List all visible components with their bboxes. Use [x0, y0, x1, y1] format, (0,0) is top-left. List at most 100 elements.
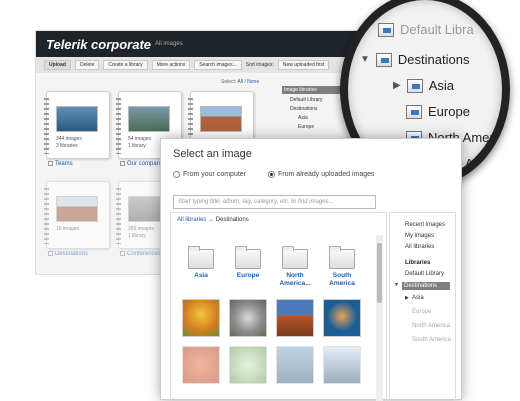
sort-select[interactable]: New uploaded first [277, 60, 330, 70]
folder-label-europe[interactable]: Europe [226, 272, 270, 280]
image-thumbnail[interactable] [276, 346, 314, 384]
select-image-dialog: Select an image From your computer From … [160, 138, 462, 401]
search-images-input[interactable]: Search images... [194, 60, 242, 70]
sidebar-item-all-libraries[interactable]: All libraries [405, 244, 434, 250]
album-label[interactable]: Our company [120, 161, 163, 167]
album-name: Teams [55, 161, 73, 168]
radio-label: From already uploaded images [278, 171, 375, 178]
album-count: 265 images [128, 226, 154, 232]
magnified-label: Europe [428, 104, 470, 119]
library-icon [406, 104, 422, 119]
album-count: 344 images [56, 136, 82, 142]
checkbox-icon[interactable] [120, 251, 125, 256]
upload-button[interactable]: Upload [44, 60, 71, 70]
radio-label: From your computer [183, 171, 247, 178]
album-label[interactable]: Conferences [120, 251, 161, 257]
sidebar-item-recent[interactable]: Recent images [405, 222, 445, 228]
album-card[interactable]: 15 images [44, 181, 110, 249]
image-thumbnail[interactable] [229, 346, 267, 384]
album-cover [128, 106, 170, 132]
dialog-title: Select an image [173, 148, 252, 160]
select-all-link[interactable]: All [237, 79, 243, 85]
checkbox-icon[interactable] [48, 251, 53, 256]
magnified-item: ▶ Asia [393, 78, 454, 93]
magnified-label: Default Libra [400, 22, 474, 37]
magnified-item: Europe [406, 104, 470, 119]
radio-from-uploaded[interactable]: From already uploaded images [268, 171, 375, 178]
album-card[interactable]: 344 images 3 libraries [44, 91, 110, 159]
album-count: 54 images [128, 136, 152, 142]
scrollbar[interactable] [376, 235, 383, 401]
folder-icon[interactable] [188, 246, 214, 269]
image-thumbnail[interactable] [323, 346, 361, 384]
expand-down-icon[interactable]: ▼ [394, 282, 399, 288]
breadcrumb: All libraries → Destinations [177, 217, 249, 223]
dialog-sidebar: Recent images My images All libraries Li… [389, 212, 456, 401]
scrollbar-thumb[interactable] [377, 243, 382, 303]
expand-down-icon: ▼ [360, 54, 370, 65]
radio-from-computer[interactable]: From your computer [173, 171, 246, 178]
sidebar-libraries-header: Libraries [405, 260, 431, 266]
library-icon [406, 78, 423, 93]
breadcrumb-all-libraries[interactable]: All libraries [177, 217, 206, 223]
image-thumbnail[interactable] [276, 299, 314, 337]
app-subtitle: All images [155, 41, 183, 47]
album-name: Conferences [127, 251, 162, 258]
image-thumbnail[interactable] [182, 299, 220, 337]
sidebar-item-south-america[interactable]: South America [412, 337, 451, 343]
album-counts: 265 images 1 library [128, 226, 154, 240]
select-none-link[interactable]: None [247, 79, 259, 85]
breadcrumb-arrow-icon: → [208, 217, 215, 223]
notebook-spiral [44, 98, 49, 154]
folder-icon[interactable] [329, 246, 355, 269]
image-thumbnail[interactable] [229, 299, 267, 337]
notebook-spiral [116, 98, 121, 154]
album-cover [56, 106, 98, 132]
expand-right-icon[interactable]: ▶ [405, 295, 409, 301]
album-cover [56, 196, 98, 222]
album-count: 15 images [56, 226, 80, 232]
delete-button[interactable]: Delete [74, 60, 100, 70]
album-counts: 344 images 3 libraries [56, 136, 82, 150]
image-thumbnail[interactable] [182, 346, 220, 384]
radio-selected-icon[interactable] [268, 171, 276, 178]
folder-label-north-america[interactable]: North America... [273, 272, 317, 288]
album-name: Our company [127, 161, 164, 168]
checkbox-icon[interactable] [120, 161, 125, 166]
folder-label-south-america[interactable]: South America [320, 272, 364, 288]
folder-icon[interactable] [282, 246, 308, 269]
image-thumbnail[interactable] [323, 299, 361, 337]
create-library-button[interactable]: Create a library [103, 60, 148, 70]
breadcrumb-current: Destinations [215, 217, 249, 223]
magnified-item: ▼ Destinations [360, 52, 469, 67]
library-icon [378, 22, 394, 37]
select-bar: Select: All / None [221, 79, 260, 85]
sidebar-item-asia[interactable]: Asia [412, 295, 424, 301]
folder-icon[interactable] [235, 246, 261, 269]
radio-icon[interactable] [173, 171, 180, 178]
checkbox-icon[interactable] [48, 161, 53, 166]
album-sub: 3 libraries [56, 143, 78, 149]
sidebar-item-europe[interactable]: Europe [412, 309, 431, 315]
sidebar-item-destinations[interactable]: Destinations [402, 282, 450, 290]
magnified-item: Default Libra [378, 22, 474, 37]
notebook-spiral [44, 188, 49, 244]
album-counts: 15 images [56, 226, 79, 233]
sidebar-item-default-library[interactable]: Default Library [405, 271, 444, 277]
album-cover [200, 106, 242, 132]
album-label[interactable]: Teams [48, 161, 73, 167]
select-label: Select: [221, 79, 237, 85]
app-title: Telerik corporate [46, 36, 152, 52]
more-actions-button[interactable]: More actions [151, 60, 191, 70]
album-sub: 1 library [128, 233, 146, 239]
expand-right-icon: ▶ [393, 80, 401, 91]
notebook-spiral [116, 188, 121, 244]
source-radio-group: From your computer From already uploaded… [173, 171, 375, 178]
sidebar-item-north-america[interactable]: North America [412, 323, 450, 329]
library-icon [375, 52, 392, 67]
album-sub: 1 library [128, 143, 146, 149]
album-label[interactable]: Destinations [48, 251, 88, 257]
image-search-input[interactable]: Start typing title, album, tag, category… [173, 195, 376, 209]
folder-label-asia[interactable]: Asia [179, 272, 223, 280]
sidebar-item-my-images[interactable]: My images [405, 233, 434, 239]
